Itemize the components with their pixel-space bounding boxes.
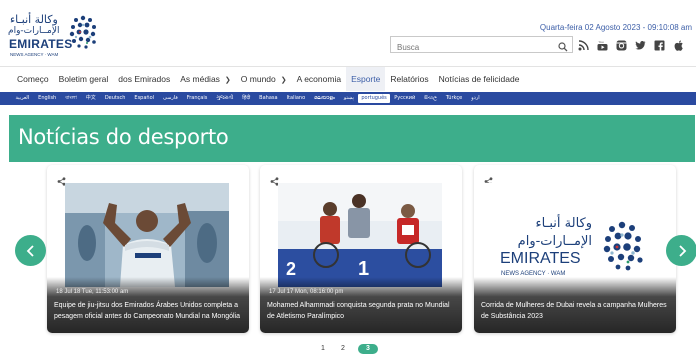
nav-item-relatorios[interactable]: Relatórios (385, 67, 433, 91)
svg-text:2: 2 (286, 259, 296, 279)
logo-dots-icon (69, 15, 96, 49)
chevron-right-icon (678, 244, 686, 257)
logo-arabic-line2: الإمــارات-وام (8, 26, 60, 36)
logo-subtitle: NEWS AGENCY · WAM (10, 52, 59, 57)
social-links: You (578, 38, 684, 51)
header: وكالة أنبـاء الإمــارات-وام EMIRATES NEW… (0, 0, 696, 66)
nav-item-o-mundo[interactable]: O mundo ❯ (236, 67, 292, 91)
search-input[interactable] (391, 40, 551, 55)
nav-item-esporte[interactable]: Esporte (346, 67, 386, 91)
section-title: Notícias do desporto (18, 125, 229, 149)
nav-item-as-medias[interactable]: As médias ❯ (175, 67, 236, 91)
search-icon[interactable] (558, 39, 568, 57)
language-link[interactable]: پښتو (339, 92, 358, 105)
language-link[interactable]: اردو (467, 92, 484, 105)
chevron-down-icon: ❯ (224, 77, 231, 84)
language-bar: العربية English বাংলা 中文 Deutsch Español… (0, 92, 696, 105)
svg-text:وكالة أنبـاء: وكالة أنبـاء (535, 214, 592, 231)
news-card[interactable]: 18 Jul 18 Tue, 11:53:00 am Equipe de jiu… (47, 165, 249, 333)
nav-item-noticias-de-felicidade[interactable]: Notícias de felicidade (434, 67, 525, 91)
current-date: Quarta-feira 02 Agosto 2023 - 09:10:08 a… (539, 23, 692, 32)
news-image-wam-logo[interactable]: وكالة أنبـاء الإمــارات-وام EMIRATES NEW… (484, 183, 666, 287)
share-icon[interactable] (270, 173, 279, 186)
language-link-selected[interactable]: português (358, 94, 390, 103)
carousel-pager: 1 2 3 (0, 344, 696, 354)
chevron-down-icon: ❯ (280, 77, 287, 84)
language-link[interactable]: Bahasa (255, 92, 282, 105)
apple-icon[interactable] (673, 38, 684, 51)
twitter-icon[interactable] (635, 38, 646, 50)
language-link[interactable]: Italiano (282, 92, 310, 105)
news-image-jiujitsu[interactable] (65, 183, 229, 287)
share-icon[interactable] (57, 173, 66, 186)
carousel-prev-button[interactable] (15, 235, 46, 266)
news-image-para-athletics[interactable]: 2 1 (278, 183, 442, 287)
svg-text:You: You (599, 40, 604, 44)
nav-label: Boletim geral (58, 74, 109, 84)
nav-item-boletim-geral[interactable]: Boletim geral (54, 67, 114, 91)
share-icon[interactable] (484, 173, 493, 186)
nav-item-a-economia[interactable]: A economia (292, 67, 346, 91)
facebook-icon[interactable] (654, 38, 665, 51)
nav-label: Esporte (351, 74, 381, 84)
nav-label: Começo (17, 74, 49, 84)
language-link[interactable]: മലയാളം (310, 92, 340, 105)
section-banner: Notícias do desporto (9, 115, 695, 162)
svg-text:EMIRATES: EMIRATES (500, 250, 581, 267)
youtube-icon[interactable]: You (597, 38, 608, 51)
language-link[interactable]: हिंदी (238, 92, 255, 105)
card-date: 18 Jul 18 Tue, 11:53:00 am (56, 289, 129, 295)
language-link[interactable]: فارسی (159, 92, 183, 105)
nav-label: O mundo (240, 74, 276, 84)
main-nav: Começo Boletim geral dos Emirados As méd… (0, 66, 696, 91)
svg-text:الإمــارات-وام: الإمــارات-وام (518, 234, 592, 249)
wam-logo-placeholder-icon: وكالة أنبـاء الإمــارات-وام EMIRATES NEW… (484, 183, 666, 287)
language-link[interactable]: 中文 (81, 92, 100, 105)
card-title[interactable]: Corrida de Mulheres de Dubai revela a ca… (481, 301, 671, 322)
logo-english: EMIRATES (9, 37, 73, 51)
page-link[interactable]: 2 (338, 344, 348, 354)
nav-label: Relatórios (390, 74, 429, 84)
nav-label: Notícias de felicidade (438, 74, 520, 84)
nav-item-comeco[interactable]: Começo (12, 67, 54, 91)
language-link[interactable]: Türkçe (441, 92, 466, 105)
logo-arabic-line1: وكالة أنبـاء (10, 13, 58, 26)
news-carousel: 18 Jul 18 Tue, 11:53:00 am Equipe de jiu… (0, 162, 696, 337)
chevron-left-icon (26, 244, 34, 257)
language-link[interactable]: Русский (390, 92, 420, 105)
news-card[interactable]: وكالة أنبـاء الإمــارات-وام EMIRATES NEW… (474, 165, 676, 333)
language-link[interactable]: Español (130, 92, 159, 105)
carousel-next-button[interactable] (666, 235, 696, 266)
language-link[interactable]: English (34, 92, 61, 105)
page-link[interactable]: 1 (318, 344, 328, 354)
search-box (390, 36, 573, 55)
page-link-current[interactable]: 3 (358, 344, 378, 354)
language-link[interactable]: Deutsch (100, 92, 130, 105)
language-link[interactable]: ગુજરાતી (212, 92, 238, 105)
language-link[interactable]: বাংলা (61, 92, 82, 105)
card-title[interactable]: Mohamed Alhammadi conquista segunda prat… (267, 301, 457, 322)
card-title[interactable]: Equipe de jiu-jitsu dos Emirados Árabes … (54, 301, 244, 322)
wam-logo[interactable]: وكالة أنبـاء الإمــارات-وام EMIRATES NEW… (8, 12, 103, 58)
instagram-icon[interactable] (616, 38, 627, 51)
nav-label: A economia (296, 74, 342, 84)
nav-item-dos-emirados[interactable]: dos Emirados (113, 67, 175, 91)
news-card[interactable]: 2 1 17 Jul 17 Mon, 08:16:00 pm Mohamed A… (260, 165, 462, 333)
language-link[interactable]: සිංහල (420, 92, 442, 105)
language-link[interactable]: Français (182, 92, 212, 105)
card-date: 17 Jul 17 Mon, 08:16:00 pm (269, 289, 344, 295)
rss-icon[interactable] (578, 38, 589, 51)
nav-label: dos Emirados (118, 74, 171, 84)
nav-label: As médias (180, 74, 220, 84)
language-link[interactable]: العربية (11, 92, 34, 105)
